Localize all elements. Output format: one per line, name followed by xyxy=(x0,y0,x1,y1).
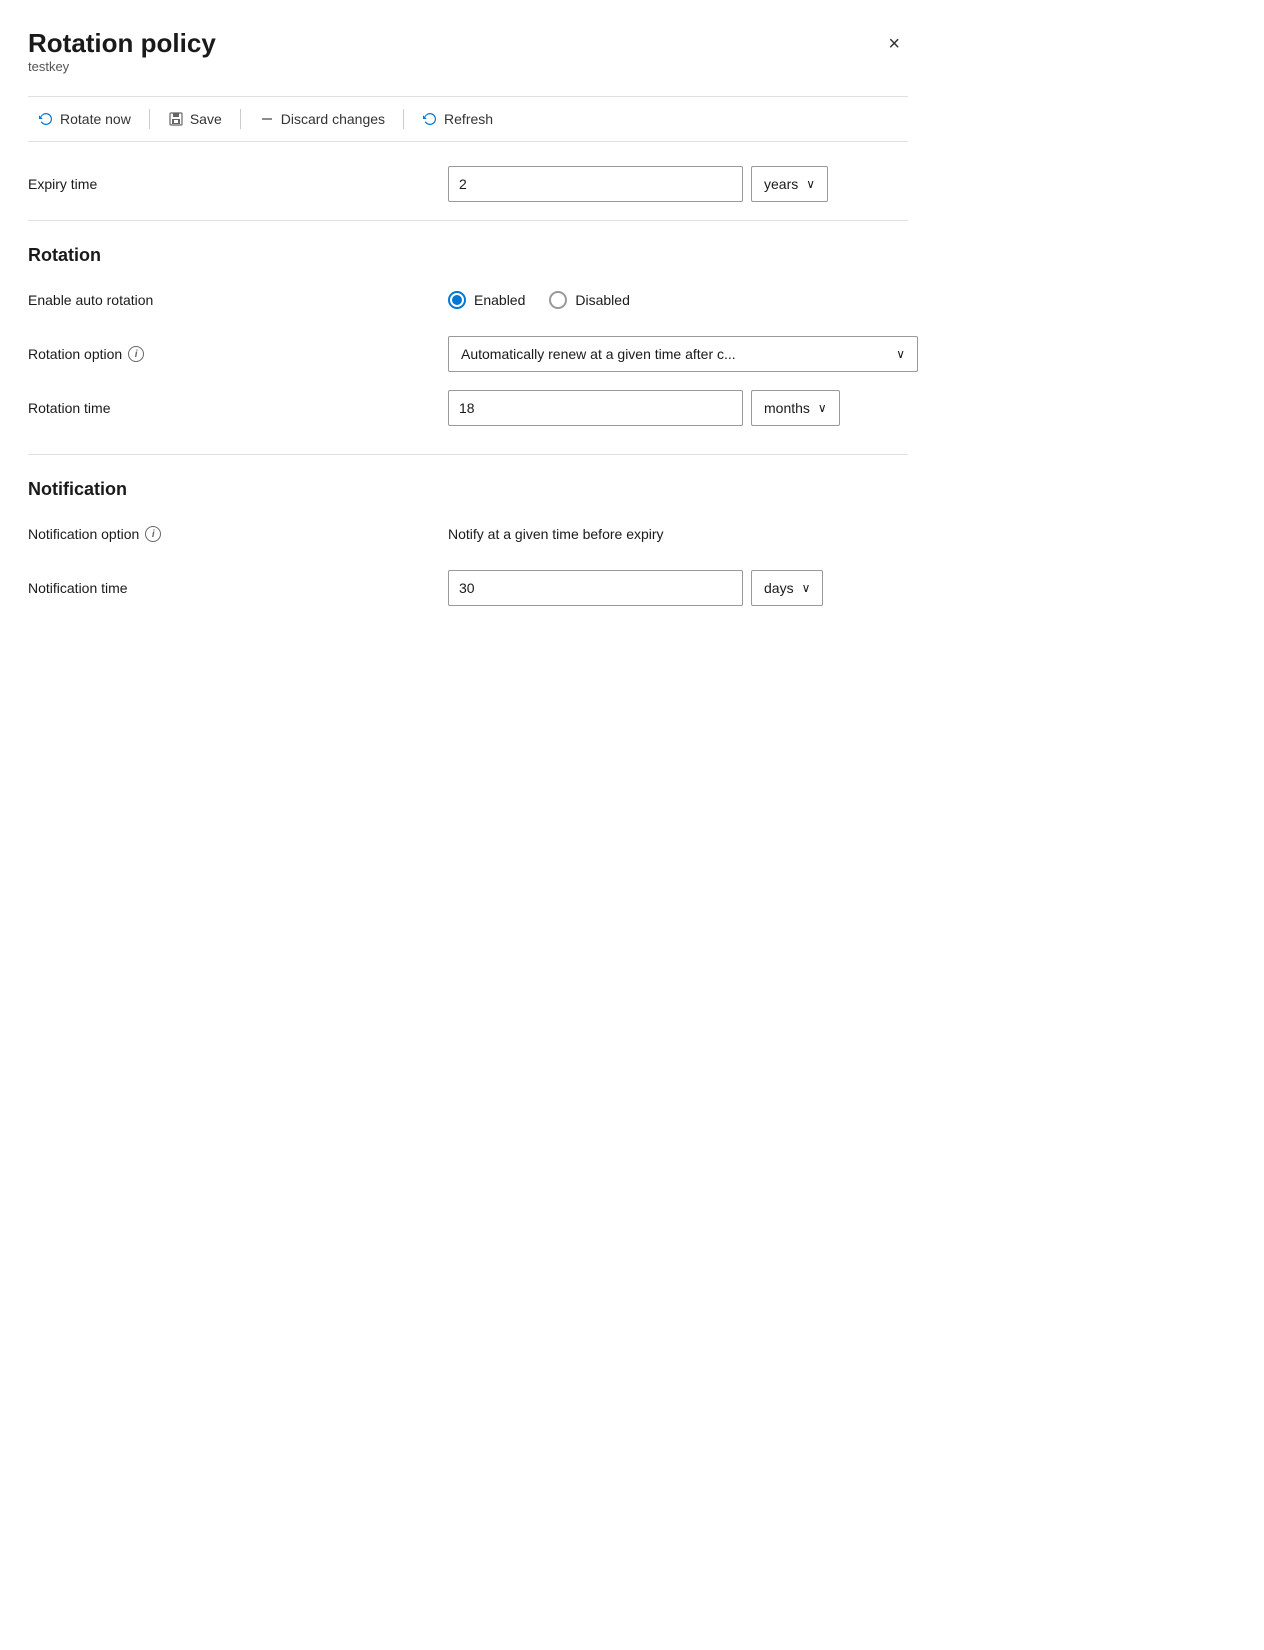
rotation-time-input[interactable] xyxy=(448,390,743,426)
discard-label: Discard changes xyxy=(281,111,385,127)
notification-time-unit-select[interactable]: days ∨ xyxy=(751,570,823,606)
panel-title: Rotation policy xyxy=(28,28,216,59)
auto-rotation-controls: Enabled Disabled xyxy=(448,291,908,309)
notification-option-row: Notification option i Notify at a given … xyxy=(28,516,908,552)
expiry-unit-select[interactable]: years ∨ xyxy=(751,166,828,202)
save-icon xyxy=(168,111,184,127)
rotate-icon xyxy=(38,111,54,127)
save-label: Save xyxy=(190,111,222,127)
toolbar-sep-2 xyxy=(240,109,241,129)
rotation-time-row: Rotation time months ∨ xyxy=(28,390,908,426)
expiry-controls: years ∨ xyxy=(448,166,908,202)
rotation-option-controls: Automatically renew at a given time afte… xyxy=(448,336,918,372)
rotation-divider xyxy=(28,454,908,455)
rotation-option-select[interactable]: Automatically renew at a given time afte… xyxy=(448,336,918,372)
refresh-label: Refresh xyxy=(444,111,493,127)
rotation-time-unit-label: months xyxy=(764,400,810,416)
disabled-radio[interactable]: Disabled xyxy=(549,291,629,309)
rotate-now-button[interactable]: Rotate now xyxy=(28,107,141,131)
notification-section-title: Notification xyxy=(28,479,908,500)
notification-time-controls: days ∨ xyxy=(448,570,908,606)
rotation-option-info-icon: i xyxy=(128,346,144,362)
toolbar-sep-3 xyxy=(403,109,404,129)
enabled-label: Enabled xyxy=(474,292,525,308)
expiry-row: Expiry time years ∨ xyxy=(28,166,908,202)
refresh-button[interactable]: Refresh xyxy=(412,107,503,131)
notification-option-controls: Notify at a given time before expiry xyxy=(448,526,908,542)
notification-section: Notification Notification option i Notif… xyxy=(28,479,908,606)
notification-option-info-icon: i xyxy=(145,526,161,542)
auto-rotation-radio-group: Enabled Disabled xyxy=(448,291,630,309)
enabled-radio[interactable]: Enabled xyxy=(448,291,525,309)
rotation-option-row: Rotation option i Automatically renew at… xyxy=(28,336,908,372)
disabled-radio-circle xyxy=(549,291,567,309)
notification-time-unit-label: days xyxy=(764,580,794,596)
expiry-unit-chevron: ∨ xyxy=(806,177,815,191)
refresh-icon xyxy=(422,111,438,127)
auto-rotation-label: Enable auto rotation xyxy=(28,292,448,308)
rotate-now-label: Rotate now xyxy=(60,111,131,127)
notification-time-label: Notification time xyxy=(28,580,448,596)
toolbar: Rotate now Save Discard changes Ref xyxy=(28,96,908,142)
rotation-option-value: Automatically renew at a given time afte… xyxy=(461,346,736,362)
notification-time-unit-chevron: ∨ xyxy=(802,581,811,595)
expiry-label: Expiry time xyxy=(28,176,448,192)
rotation-time-unit-chevron: ∨ xyxy=(818,401,827,415)
rotation-time-controls: months ∨ xyxy=(448,390,908,426)
notification-time-input[interactable] xyxy=(448,570,743,606)
rotation-time-label: Rotation time xyxy=(28,400,448,416)
discard-button[interactable]: Discard changes xyxy=(249,107,395,131)
notification-option-label: Notification option i xyxy=(28,526,448,542)
discard-icon xyxy=(259,111,275,127)
close-button[interactable]: × xyxy=(880,30,908,58)
expiry-divider xyxy=(28,220,908,221)
rotation-section: Rotation Enable auto rotation Enabled Di… xyxy=(28,245,908,426)
rotation-time-unit-select[interactable]: months ∨ xyxy=(751,390,840,426)
save-button[interactable]: Save xyxy=(158,107,232,131)
toolbar-sep-1 xyxy=(149,109,150,129)
rotation-policy-panel: Rotation policy testkey × Rotate now Sav… xyxy=(0,0,940,674)
rotation-section-title: Rotation xyxy=(28,245,908,266)
disabled-label: Disabled xyxy=(575,292,629,308)
rotation-option-chevron: ∨ xyxy=(896,347,905,361)
panel-subtitle: testkey xyxy=(28,59,216,74)
auto-rotation-row: Enable auto rotation Enabled Disabled xyxy=(28,282,908,318)
rotation-option-label: Rotation option i xyxy=(28,346,448,362)
notification-time-row: Notification time days ∨ xyxy=(28,570,908,606)
expiry-unit-label: years xyxy=(764,176,798,192)
enabled-radio-circle xyxy=(448,291,466,309)
panel-header: Rotation policy testkey × xyxy=(28,28,908,92)
expiry-value-input[interactable] xyxy=(448,166,743,202)
notification-option-value: Notify at a given time before expiry xyxy=(448,526,664,542)
